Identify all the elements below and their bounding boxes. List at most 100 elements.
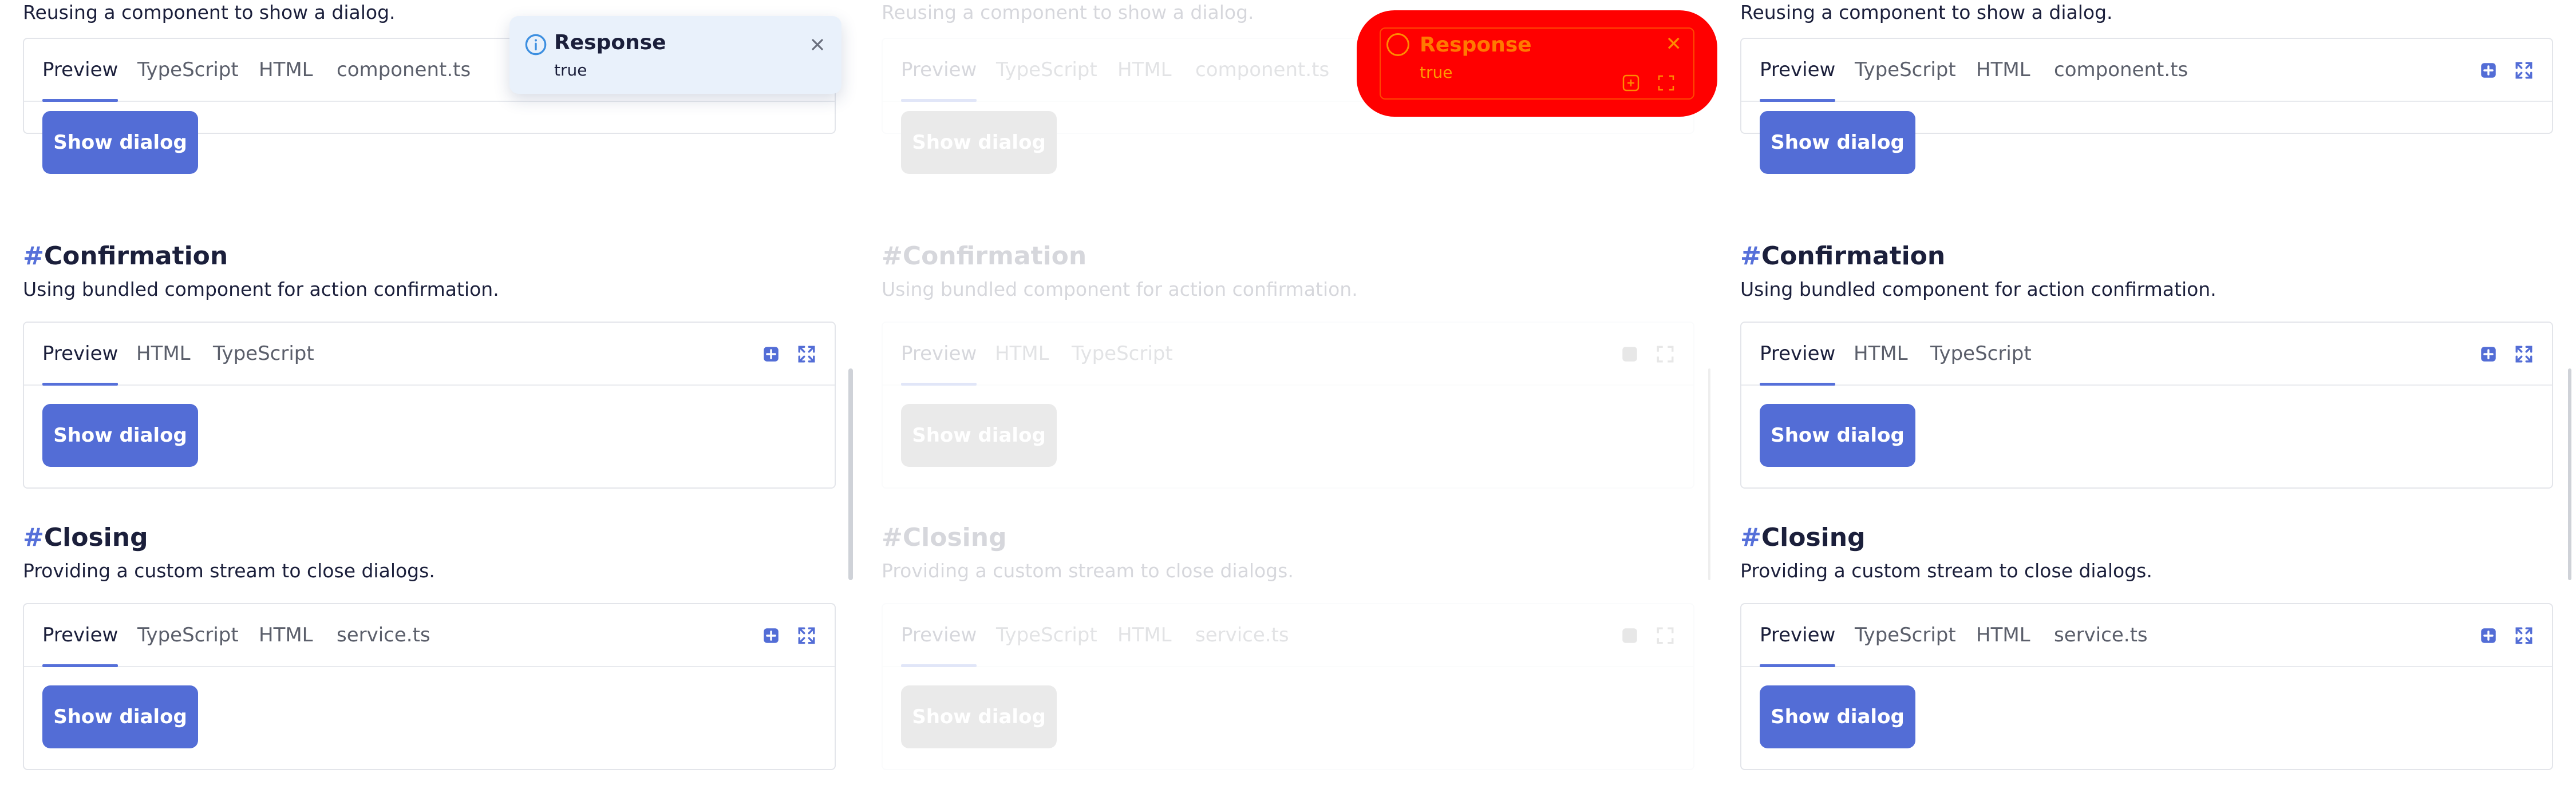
anchor-link[interactable]: # bbox=[23, 523, 44, 552]
fullscreen-icon[interactable] bbox=[2514, 344, 2534, 364]
section-description: Reusing a component to show a dialog. bbox=[882, 1, 1254, 23]
section-confirmation: #Confirmation Using bundled component fo… bbox=[1740, 240, 2553, 302]
section-title: Confirmation bbox=[44, 241, 228, 271]
response-toast: Response true bbox=[509, 16, 841, 94]
fullscreen-icon[interactable] bbox=[797, 344, 816, 364]
anchor-link[interactable]: # bbox=[882, 241, 903, 271]
tab-component-ts[interactable]: component.ts bbox=[337, 39, 471, 101]
tab-typescript[interactable]: TypeScript bbox=[137, 604, 239, 666]
show-dialog-button[interactable]: Show dialog bbox=[1760, 404, 1915, 467]
section-closing: #Closing Providing a custom stream to cl… bbox=[1740, 522, 2553, 584]
section-title: Confirmation bbox=[1761, 241, 1946, 271]
toolbar-icons bbox=[1621, 73, 1678, 93]
anchor-link[interactable]: # bbox=[23, 241, 44, 271]
show-dialog-button[interactable]: Show dialog bbox=[901, 685, 1057, 748]
section-confirmation: #Confirmation Using bundled component fo… bbox=[882, 240, 1694, 302]
toast-title: Response bbox=[1420, 33, 1532, 57]
section-description: Reusing a component to show a dialog. bbox=[1740, 1, 2113, 23]
tab-html[interactable]: HTML bbox=[1976, 39, 2030, 101]
tab-preview[interactable]: Preview bbox=[42, 604, 118, 667]
section-heading: #Confirmation bbox=[1740, 240, 2553, 272]
open-in-new-icon[interactable] bbox=[761, 344, 781, 364]
section-description: Providing a custom stream to close dialo… bbox=[1740, 560, 2152, 582]
show-dialog-button[interactable]: Show dialog bbox=[1760, 111, 1915, 174]
tab-typescript[interactable]: TypeScript bbox=[1072, 323, 1173, 384]
tab-typescript[interactable]: TypeScript bbox=[996, 39, 1097, 101]
tab-typescript[interactable]: TypeScript bbox=[996, 604, 1097, 666]
info-icon bbox=[524, 33, 547, 56]
section-closing: #Closing Providing a custom stream to cl… bbox=[23, 522, 836, 584]
tab-preview[interactable]: Preview bbox=[901, 39, 977, 102]
tab-html[interactable]: HTML bbox=[136, 323, 191, 384]
tab-html[interactable]: HTML bbox=[1117, 604, 1172, 666]
example-tabs: Preview HTML TypeScript bbox=[883, 323, 1693, 386]
close-icon[interactable]: ✕ bbox=[1666, 34, 1682, 54]
tab-typescript[interactable]: TypeScript bbox=[1855, 604, 1956, 666]
open-in-new-icon[interactable] bbox=[2479, 61, 2498, 80]
show-dialog-button[interactable]: Show dialog bbox=[901, 404, 1057, 467]
example-tabs: Preview TypeScript HTML service.ts bbox=[24, 604, 835, 667]
section-title: Closing bbox=[1761, 523, 1866, 552]
example-card: Preview TypeScript HTML service.ts Show … bbox=[882, 603, 1694, 770]
open-in-new-icon[interactable] bbox=[761, 626, 781, 645]
tab-service-ts[interactable]: service.ts bbox=[337, 604, 430, 666]
tab-component-ts[interactable]: component.ts bbox=[2054, 39, 2188, 101]
close-icon[interactable] bbox=[808, 35, 827, 54]
anchor-link[interactable]: # bbox=[1740, 523, 1761, 552]
example-card: Preview TypeScript HTML service.ts Show … bbox=[1740, 603, 2553, 770]
section-heading: #Confirmation bbox=[882, 240, 1694, 272]
tab-typescript[interactable]: TypeScript bbox=[137, 39, 239, 101]
toast-message: true bbox=[1420, 63, 1453, 82]
section-title: Confirmation bbox=[902, 241, 1087, 271]
open-in-new-icon[interactable] bbox=[1620, 626, 1639, 645]
example-card: Preview HTML TypeScript Show dialog bbox=[23, 322, 836, 489]
section-closing: #Closing Providing a custom stream to cl… bbox=[882, 522, 1694, 584]
example-tabs: Preview HTML TypeScript bbox=[1741, 323, 2552, 386]
toast-title: Response bbox=[554, 31, 666, 54]
tab-html[interactable]: HTML bbox=[259, 39, 313, 101]
scrollbar[interactable] bbox=[848, 368, 853, 580]
section-description: Reusing a component to show a dialog. bbox=[23, 1, 396, 23]
example-card: Preview HTML TypeScript Show dialog bbox=[1740, 322, 2553, 489]
tab-html[interactable]: HTML bbox=[1854, 323, 1908, 384]
scrollbar[interactable] bbox=[2568, 368, 2571, 580]
scrollbar[interactable] bbox=[1708, 368, 1710, 580]
fullscreen-icon[interactable] bbox=[797, 626, 816, 645]
tab-service-ts[interactable]: service.ts bbox=[1195, 604, 1289, 666]
section-description: Using bundled component for action confi… bbox=[23, 278, 499, 300]
fullscreen-icon[interactable] bbox=[1656, 626, 1675, 645]
tab-html[interactable]: HTML bbox=[1117, 39, 1172, 101]
tab-preview[interactable]: Preview bbox=[1760, 39, 1836, 102]
open-in-new-icon[interactable] bbox=[2479, 626, 2498, 645]
example-tabs: Preview HTML TypeScript bbox=[24, 323, 835, 386]
fullscreen-icon[interactable] bbox=[2514, 61, 2534, 80]
tab-preview[interactable]: Preview bbox=[1760, 323, 1836, 386]
anchor-link[interactable]: # bbox=[882, 523, 903, 552]
tab-html[interactable]: HTML bbox=[1976, 604, 2030, 666]
tab-preview[interactable]: Preview bbox=[901, 323, 977, 386]
tab-typescript[interactable]: TypeScript bbox=[213, 323, 314, 384]
tab-typescript[interactable]: TypeScript bbox=[1855, 39, 1956, 101]
tab-html[interactable]: HTML bbox=[995, 323, 1049, 384]
fullscreen-icon[interactable] bbox=[1656, 344, 1675, 364]
section-title: Closing bbox=[902, 523, 1007, 552]
show-dialog-button[interactable]: Show dialog bbox=[1760, 685, 1915, 748]
tab-preview[interactable]: Preview bbox=[42, 39, 118, 102]
tab-preview[interactable]: Preview bbox=[1760, 604, 1836, 667]
show-dialog-button[interactable]: Show dialog bbox=[42, 404, 198, 467]
tab-html[interactable]: HTML bbox=[259, 604, 313, 666]
tab-preview[interactable]: Preview bbox=[901, 604, 977, 667]
example-card: Preview HTML TypeScript Show dialog bbox=[882, 322, 1694, 489]
show-dialog-button[interactable]: Show dialog bbox=[42, 111, 198, 174]
anchor-link[interactable]: # bbox=[1740, 241, 1761, 271]
open-in-new-icon[interactable] bbox=[1620, 344, 1639, 364]
open-in-new-icon[interactable] bbox=[2479, 344, 2498, 364]
tab-component-ts[interactable]: component.ts bbox=[1195, 39, 1329, 101]
tab-typescript[interactable]: TypeScript bbox=[1930, 323, 2032, 384]
tab-service-ts[interactable]: service.ts bbox=[2054, 604, 2148, 666]
show-dialog-button[interactable]: Show dialog bbox=[42, 685, 198, 748]
fullscreen-icon[interactable] bbox=[2514, 626, 2534, 645]
show-dialog-button[interactable]: Show dialog bbox=[901, 111, 1057, 174]
tab-preview[interactable]: Preview bbox=[42, 323, 118, 386]
demo-panel-left: Reusing a component to show a dialog. Pr… bbox=[0, 0, 859, 801]
